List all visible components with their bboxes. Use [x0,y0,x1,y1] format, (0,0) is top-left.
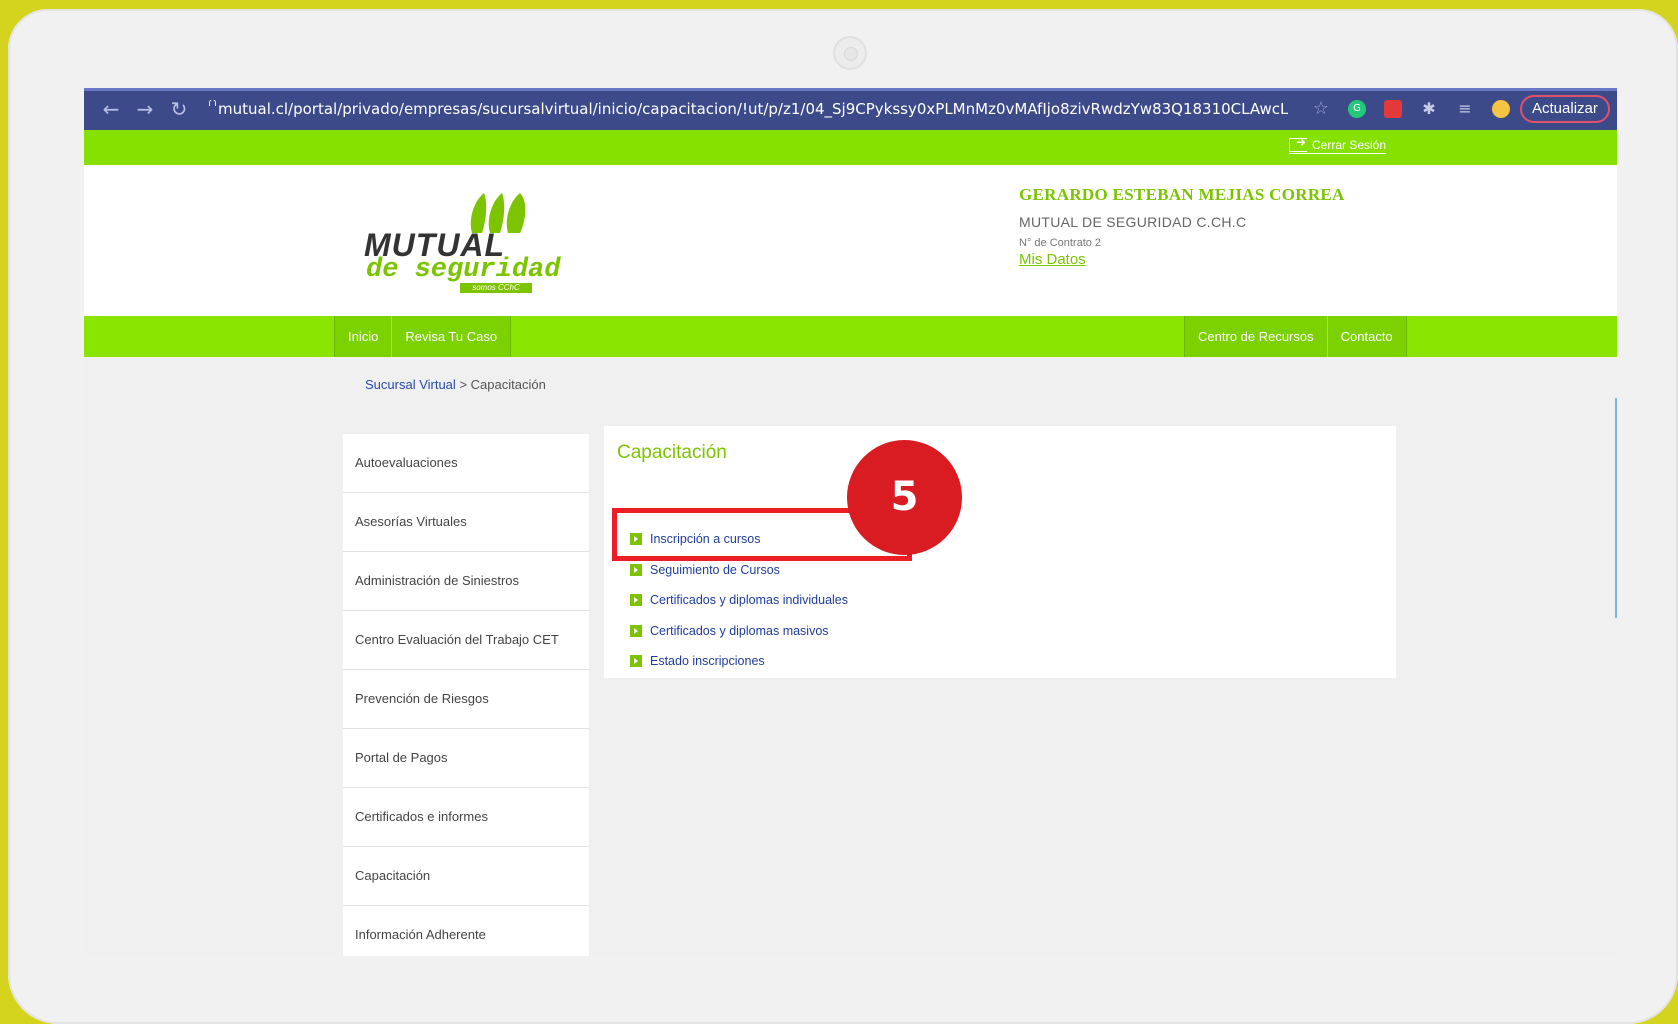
nav-contacto[interactable]: Contacto [1326,316,1406,357]
grammarly-extension-icon[interactable]: G [1348,100,1366,118]
link-label: Seguimiento de Cursos [650,562,780,577]
logout-icon [1289,135,1307,152]
sidebar-item-centro-evaluacion[interactable]: Centro Evaluación del Trabajo CET [343,611,589,670]
tablet-frame: ← → ↻ mutual.cl/portal/privado/empresas/… [8,9,1678,1024]
link-label: Certificados y diplomas individuales [650,593,849,608]
nav-centro-de-recursos[interactable]: Centro de Recursos [1185,316,1327,357]
arrow-bullet-icon [630,563,642,576]
address-bar[interactable]: mutual.cl/portal/privado/empresas/sucurs… [208,100,1288,118]
bookmark-star-icon[interactable]: ☆ [1312,100,1330,118]
update-browser-button[interactable]: Actualizar [1520,95,1610,123]
link-certificados-masivos[interactable]: Certificados y diplomas masivos [630,616,848,647]
link-label: Estado inscripciones [650,654,765,669]
camera-icon [833,36,867,70]
sidebar-item-autoevaluaciones[interactable]: Autoevaluaciones [343,434,589,493]
breadcrumb-current: Capacitación [470,377,546,392]
step-number-badge: 5 [847,440,962,555]
user-name: GERARDO ESTEBAN MEJIAS CORREA [1019,185,1345,204]
sidebar-item-prevencion-riesgos[interactable]: Prevención de Riesgos [343,670,589,729]
sidebar-menu: Autoevaluaciones Asesorías Virtuales Adm… [343,434,589,956]
forward-arrow-icon[interactable]: → [132,96,158,122]
nav-inicio[interactable]: Inicio [335,316,391,357]
logo-sub-text: de seguridad [366,255,561,285]
link-estado-inscripciones[interactable]: Estado inscripciones [630,646,848,677]
browser-screen: ← → ↻ mutual.cl/portal/privado/empresas/… [84,88,1617,956]
sidebar-item-asesorias-virtuales[interactable]: Asesorías Virtuales [343,493,589,552]
my-data-link[interactable]: Mis Datos [1019,251,1086,268]
sidebar-item-portal-pagos[interactable]: Portal de Pagos [343,729,589,788]
arrow-bullet-icon [630,594,642,607]
top-strip: Cerrar Sesión [84,130,1617,165]
arrow-bullet-icon [630,624,642,637]
browser-toolbar: ← → ↻ mutual.cl/portal/privado/empresas/… [84,88,1617,130]
logout-link[interactable]: Cerrar Sesión [1289,135,1387,154]
mutual-logo[interactable]: MUTUAL de seguridad somos CChC [364,189,564,293]
nav-left-group: Inicio Revisa Tu Caso [334,316,512,357]
sidebar-item-capacitacion[interactable]: Capacitación [343,847,589,906]
nav-revisa-tu-caso[interactable]: Revisa Tu Caso [391,316,510,357]
logo-tagline: somos CChC [460,283,532,293]
user-company: MUTUAL DE SEGURIDAD C.CH.C [1019,214,1247,230]
back-arrow-icon[interactable]: ← [98,96,124,122]
reload-icon[interactable]: ↻ [166,96,192,122]
breadcrumb: Sucursal Virtual > Capacitación [365,377,546,392]
sidebar-item-informacion-adherente[interactable]: Información Adherente [343,906,589,956]
url-text: mutual.cl/portal/privado/empresas/sucurs… [218,100,1288,118]
sidebar-item-certificados-informes[interactable]: Certificados e informes [343,788,589,847]
link-label: Certificados y diplomas masivos [650,623,829,638]
breadcrumb-home-link[interactable]: Sucursal Virtual [365,377,456,392]
user-info: GERARDO ESTEBAN MEJIAS CORREA MUTUAL DE … [1019,185,1345,269]
scroll-edge [1615,398,1617,618]
reading-list-icon[interactable]: ≡ [1456,100,1474,118]
extension-icons: ☆ G ✱ ≡ [1312,100,1510,118]
breadcrumb-separator: > [459,377,468,392]
site-header: MUTUAL de seguridad somos CChC GERARDO E… [84,165,1617,316]
logout-label: Cerrar Sesión [1312,138,1387,152]
red-extension-icon[interactable] [1384,100,1402,118]
arrow-bullet-icon [630,655,642,668]
link-certificados-individuales[interactable]: Certificados y diplomas individuales [630,585,848,616]
profile-avatar-icon[interactable] [1492,100,1510,118]
contract-number: N° de Contrato 2 [1019,237,1102,249]
sidebar-item-administracion-siniestros[interactable]: Administración de Siniestros [343,552,589,611]
nav-right-group: Centro de Recursos Contacto [1184,316,1407,357]
puzzle-extensions-icon[interactable]: ✱ [1420,100,1438,118]
main-navigation: Inicio Revisa Tu Caso Centro de Recursos… [84,316,1617,357]
card-title: Capacitación [617,442,727,463]
